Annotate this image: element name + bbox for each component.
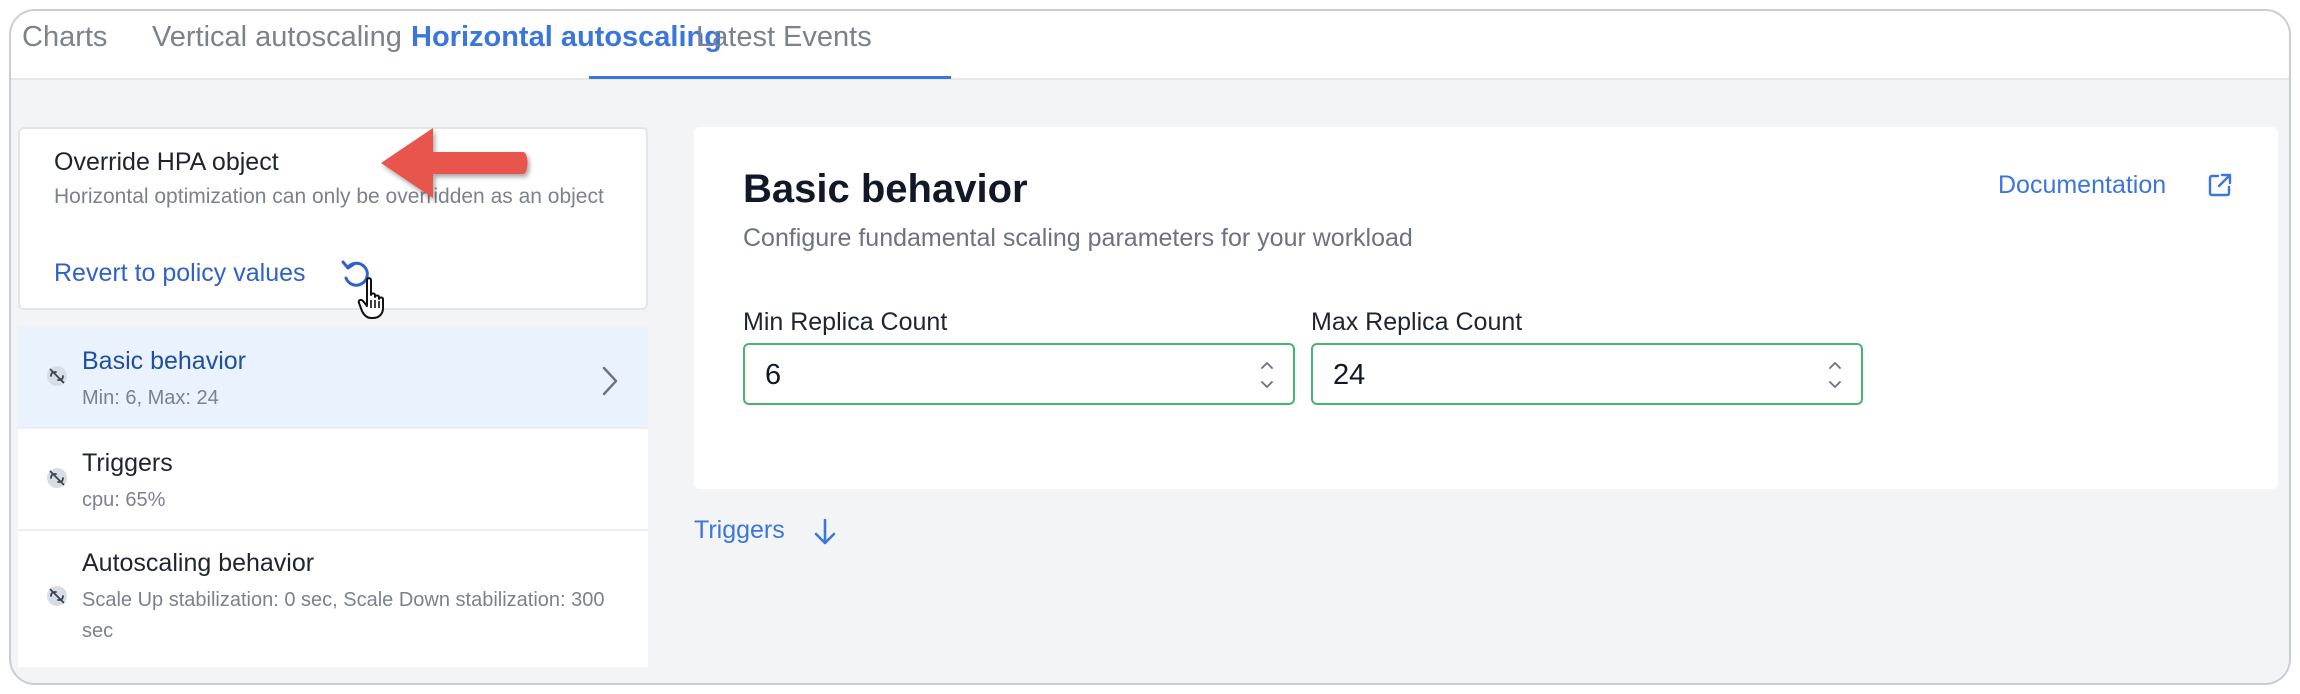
- max-replica-label: Max Replica Count: [1311, 308, 1523, 336]
- link-off-icon: [47, 468, 67, 488]
- section-title: Basic behavior: [743, 167, 1028, 211]
- documentation-link[interactable]: Documentation: [1998, 171, 2166, 200]
- nav-item-title: Autoscaling behavior: [82, 549, 315, 577]
- external-link-icon[interactable]: [2207, 172, 2233, 198]
- tab-latest-events[interactable]: Latest Events: [696, 21, 872, 54]
- nav-item-basic-behavior[interactable]: Basic behavior Min: 6, Max: 24: [18, 327, 648, 427]
- link-off-icon: [47, 586, 67, 606]
- number-stepper-icon[interactable]: [1257, 355, 1277, 395]
- link-off-icon: [47, 366, 67, 386]
- tab-vertical-autoscaling[interactable]: Vertical autoscaling: [152, 21, 402, 54]
- number-stepper-icon[interactable]: [1825, 355, 1845, 395]
- nav-item-title: Triggers: [82, 449, 173, 477]
- override-description: Horizontal optimization can only be over…: [54, 185, 604, 208]
- triggers-jump-link[interactable]: Triggers: [694, 516, 785, 545]
- basic-behavior-card: Basic behavior Configure fundamental sca…: [694, 127, 2278, 489]
- annotation-arrow-icon: [381, 128, 528, 198]
- tab-bar: Charts Vertical autoscaling Horizontal a…: [11, 11, 2289, 80]
- hand-pointer-icon: [357, 277, 384, 319]
- section-description: Configure fundamental scaling parameters…: [743, 224, 1413, 252]
- tab-horizontal-autoscaling[interactable]: Horizontal autoscaling: [411, 21, 722, 54]
- nav-item-subtitle: cpu: 65%: [82, 489, 166, 511]
- chevron-right-icon: [602, 366, 618, 396]
- settings-nav-list: Basic behavior Min: 6, Max: 24 Triggers …: [18, 327, 648, 667]
- min-replica-value: 6: [765, 359, 782, 391]
- active-tab-indicator: [589, 76, 951, 79]
- nav-item-triggers[interactable]: Triggers cpu: 65%: [18, 427, 648, 529]
- nav-item-autoscaling-behavior[interactable]: Autoscaling behavior Scale Up stabilizat…: [18, 529, 648, 667]
- revert-to-policy-link[interactable]: Revert to policy values: [54, 259, 306, 288]
- override-hpa-card: Override HPA object Horizontal optimizat…: [18, 127, 648, 319]
- min-replica-input[interactable]: 6: [743, 343, 1295, 405]
- tab-charts[interactable]: Charts: [22, 21, 107, 54]
- override-title: Override HPA object: [54, 148, 279, 176]
- nav-item-subtitle: Min: 6, Max: 24: [82, 387, 219, 409]
- app-frame: Charts Vertical autoscaling Horizontal a…: [9, 9, 2291, 685]
- min-replica-label: Min Replica Count: [743, 308, 948, 336]
- max-replica-value: 24: [1333, 359, 1366, 391]
- nav-item-title: Basic behavior: [82, 347, 246, 375]
- max-replica-input[interactable]: 24: [1311, 343, 1863, 405]
- nav-item-subtitle: Scale Up stabilization: 0 sec, Scale Dow…: [82, 589, 605, 642]
- arrow-down-icon[interactable]: [811, 517, 839, 547]
